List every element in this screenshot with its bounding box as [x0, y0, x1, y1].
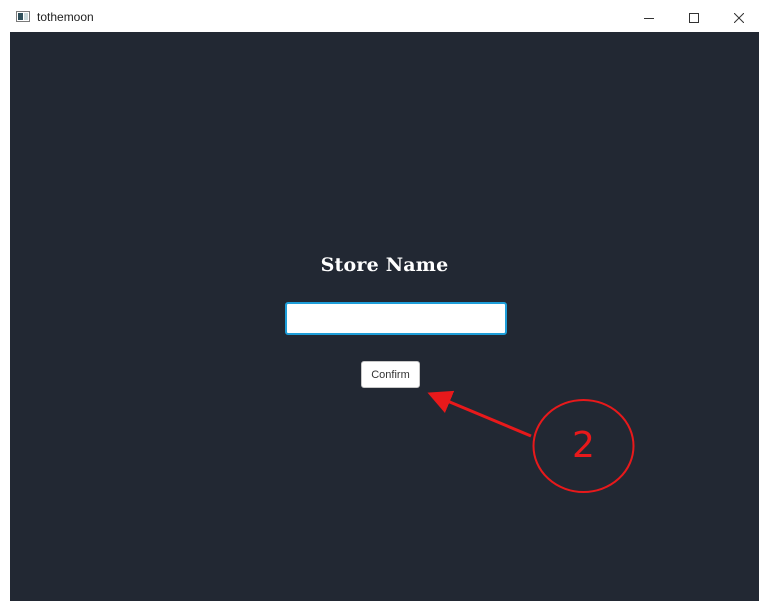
title-bar: tothemoon	[10, 4, 759, 32]
window-title: tothemoon	[37, 10, 94, 24]
minimize-button[interactable]	[626, 4, 671, 32]
store-name-input[interactable]	[285, 302, 507, 335]
maximize-button[interactable]	[671, 4, 716, 32]
main-content: Store Name Confirm	[10, 32, 759, 601]
store-name-heading: Store Name	[320, 254, 449, 276]
confirm-button[interactable]: Confirm	[361, 361, 420, 388]
close-button[interactable]	[716, 4, 759, 32]
close-icon	[733, 13, 744, 23]
application-window: tothemoon Store Name Confirm 2	[0, 0, 759, 601]
maximize-icon	[688, 13, 699, 23]
app-icon	[16, 11, 30, 22]
minimize-icon	[643, 18, 654, 19]
